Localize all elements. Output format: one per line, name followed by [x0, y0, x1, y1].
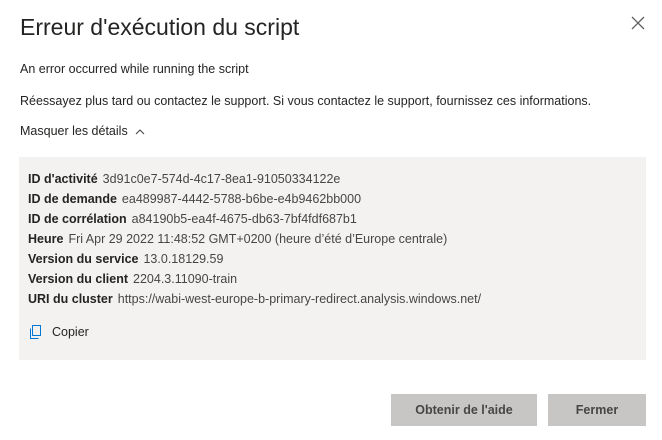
- detail-label: ID de corrélation: [28, 212, 127, 226]
- hide-details-toggle[interactable]: Masquer les détails: [20, 124, 145, 138]
- detail-value: 13.0.18129.59: [143, 252, 224, 266]
- detail-row: URI du cluster https://wabi-west-europe-b…: [28, 289, 646, 309]
- detail-row: Heure Fri Apr 29 2022 11:48:52 GMT+0200 (…: [28, 229, 646, 249]
- toggle-label: Masquer les détails: [20, 124, 128, 138]
- get-help-button[interactable]: Obtenir de l'aide: [391, 394, 537, 426]
- detail-row: ID de corrélation a84190b5-ea4f-4675-db63…: [28, 209, 646, 229]
- detail-row: Version du client 2204.3.11090-train: [28, 269, 646, 289]
- copy-icon: [28, 324, 44, 340]
- detail-label: URI du cluster: [28, 292, 113, 306]
- detail-value: Fri Apr 29 2022 11:48:52 GMT+0200 (heure…: [68, 232, 448, 246]
- detail-value: 3d91c0e7-574d-4c17-8ea1-91050334122e: [102, 172, 341, 186]
- detail-label: Version du client: [28, 272, 129, 286]
- detail-value: 2204.3.11090-train: [133, 272, 238, 286]
- details-panel: ID d'activité 3d91c0e7-574d-4c17-8ea1-910…: [19, 157, 646, 360]
- detail-value: https://wabi-west-europe-b-primary-redir…: [117, 292, 482, 306]
- detail-row: Version du service 13.0.18129.59: [28, 249, 646, 269]
- copy-button[interactable]: Copier: [28, 324, 89, 340]
- detail-row: ID de demande ea489987-4442-5788-b6be-e4b…: [28, 189, 646, 209]
- detail-label: Heure: [28, 232, 64, 246]
- error-dialog: Erreur d'exécution du script An error oc…: [0, 0, 662, 440]
- dialog-title: Erreur d'exécution du script: [20, 14, 300, 40]
- detail-row: ID d'activité 3d91c0e7-574d-4c17-8ea1-910…: [28, 169, 646, 189]
- close-icon: [631, 16, 645, 30]
- detail-value: ea489987-4442-5788-b6be-e4b9462bb000: [121, 192, 362, 206]
- copy-label: Copier: [52, 325, 89, 339]
- close-dialog-button[interactable]: Fermer: [548, 394, 646, 426]
- detail-value: a84190b5-ea4f-4675-db63-7bf4fdf687b1: [131, 212, 357, 226]
- detail-label: ID de demande: [28, 192, 117, 206]
- support-instructions: Réessayez plus tard ou contactez le supp…: [20, 94, 592, 108]
- detail-label: Version du service: [28, 252, 139, 266]
- detail-label: ID d'activité: [28, 172, 98, 186]
- chevron-up-icon: [135, 126, 145, 136]
- close-button[interactable]: [629, 14, 647, 32]
- error-message: An error occurred while running the scri…: [20, 62, 249, 76]
